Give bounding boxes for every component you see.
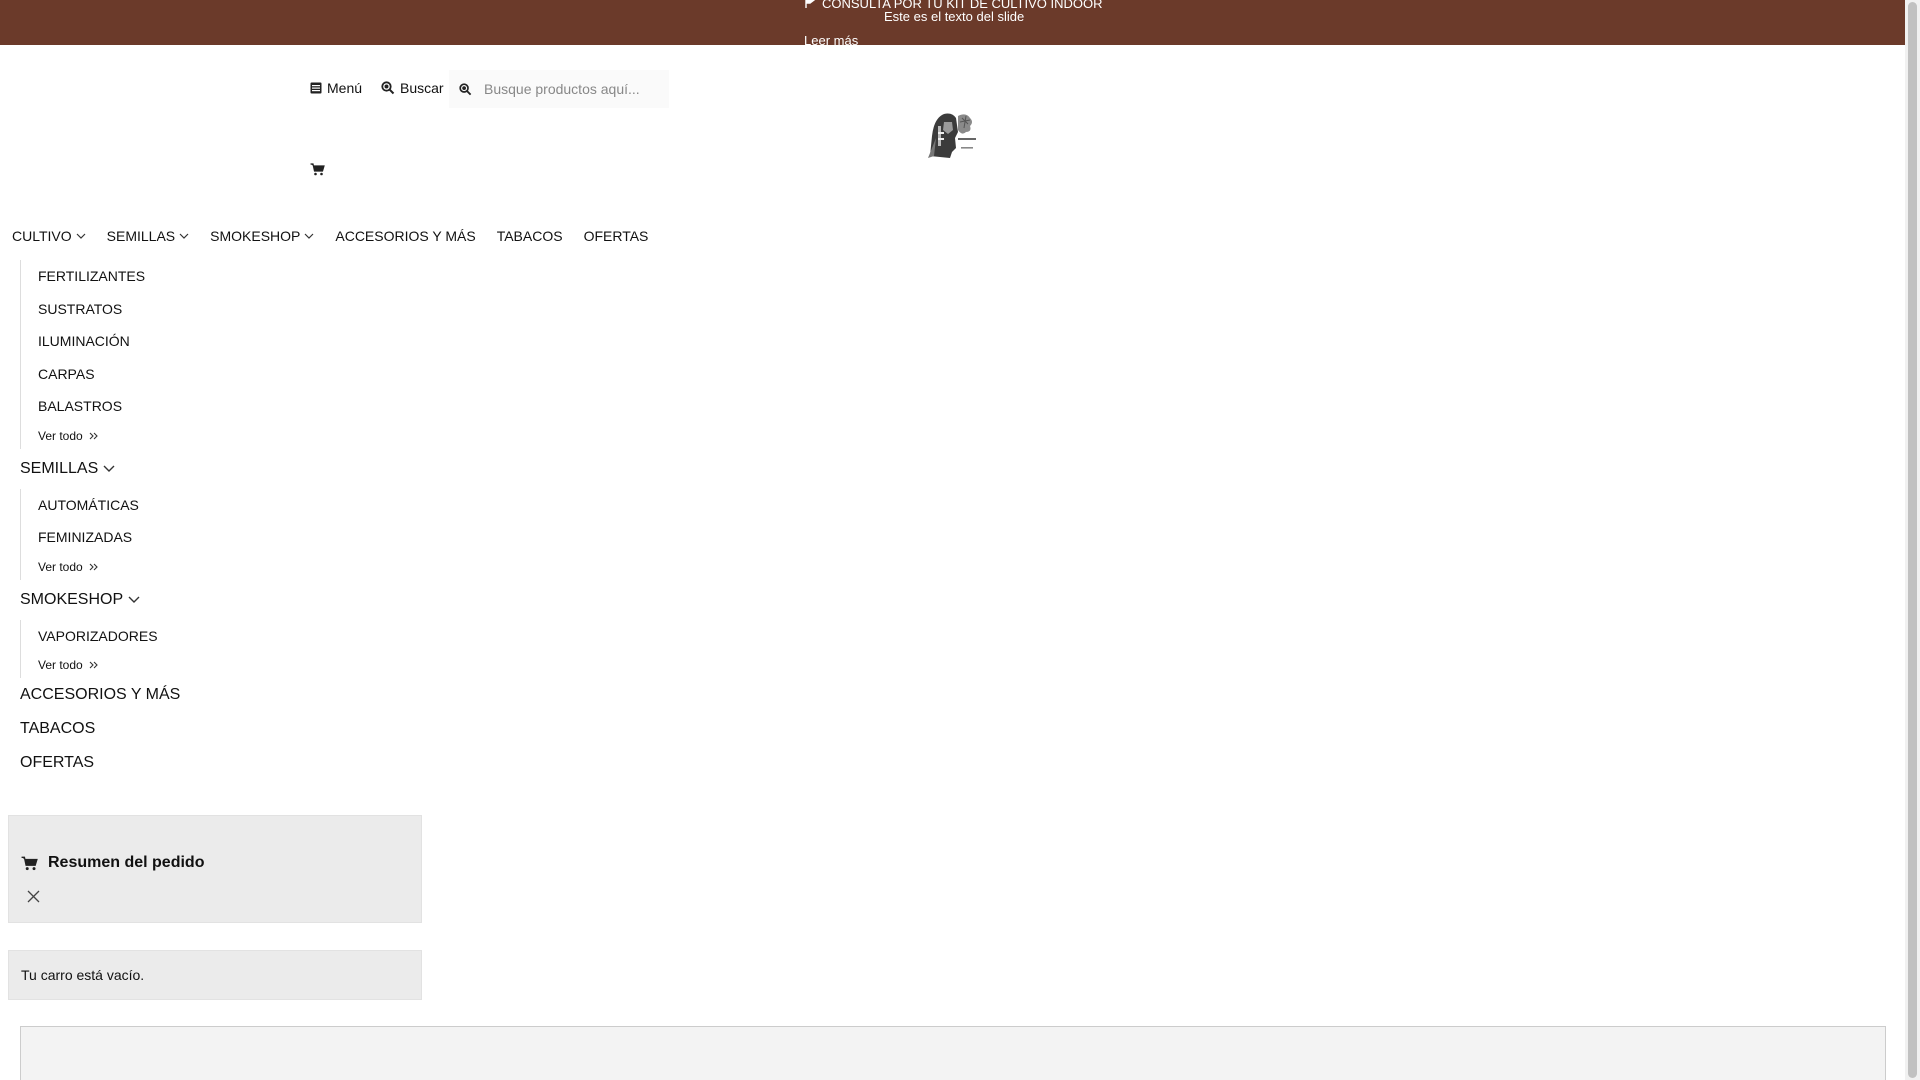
double-chevron-right-icon	[89, 563, 98, 570]
view-all-cultivo-link[interactable]: Ver todo	[38, 423, 440, 449]
menu-button[interactable]: Menú	[310, 80, 362, 96]
store-logo[interactable]	[922, 108, 980, 162]
side-cat-ofertas[interactable]: OFERTAS	[20, 746, 440, 780]
chevron-down-icon	[76, 233, 86, 239]
order-summary-label: Resumen del pedido	[48, 854, 205, 871]
side-cat-label: SMOKESHOP	[20, 590, 124, 608]
cart-button[interactable]	[310, 163, 325, 181]
nav-ofertas[interactable]: OFERTAS	[584, 228, 649, 244]
chevron-down-icon	[179, 233, 189, 239]
side-cat-semillas[interactable]: SEMILLAS	[20, 449, 440, 489]
search-label: Buscar	[400, 80, 444, 96]
view-all-semillas-link[interactable]: Ver todo	[38, 554, 440, 580]
nav-label: SEMILLAS	[106, 228, 176, 244]
page-scrollbar[interactable]	[1905, 0, 1920, 1080]
side-menu: FERTILIZANTES SUSTRATOS ILUMINACIÓN CARP…	[20, 260, 440, 780]
search-button[interactable]: Buscar	[381, 80, 444, 96]
view-all-label: Ver todo	[38, 559, 83, 574]
side-cat-label: TABACOS	[20, 720, 96, 737]
side-cat-label: SEMILLAS	[20, 459, 99, 477]
side-cat-label: ACCESORIOS Y MÁS	[20, 686, 181, 703]
close-icon	[27, 890, 40, 903]
read-more-link[interactable]: Leer más	[804, 33, 858, 48]
double-chevron-right-icon	[89, 432, 98, 439]
view-all-label: Ver todo	[38, 428, 83, 443]
submenu-item-balastros[interactable]: BALASTROS	[38, 390, 440, 423]
nav-label: ACCESORIOS Y MÁS	[335, 228, 476, 244]
nav-label: TABACOS	[496, 228, 563, 244]
cart-icon	[310, 163, 325, 176]
nav-accesorios[interactable]: ACCESORIOS Y MÁS	[335, 228, 475, 244]
main-nav: CULTIVO SEMILLAS SMOKESHOP ACCESORIOS Y …	[12, 228, 669, 244]
search-icon	[459, 82, 472, 95]
submenu-item-feminizadas[interactable]: FEMINIZADAS	[38, 521, 440, 554]
nav-smokeshop[interactable]: SMOKESHOP	[210, 228, 314, 244]
search-box	[449, 70, 669, 108]
submenu-smokeshop: VAPORIZADORES Ver todo	[20, 619, 440, 678]
nav-label: OFERTAS	[583, 228, 649, 244]
empty-cart-message: Tu carro está vacío.	[8, 950, 422, 1000]
nav-cultivo[interactable]: CULTIVO	[12, 228, 86, 244]
submenu-item-fertilizantes[interactable]: FERTILIZANTES	[38, 260, 440, 293]
list-icon	[310, 82, 322, 94]
double-chevron-right-icon	[89, 661, 98, 669]
submenu-item-carpas[interactable]: CARPAS	[38, 358, 440, 391]
flag-icon	[805, 0, 816, 8]
search-icon	[381, 81, 395, 95]
announcement-bar: CONSULTA POR TU KIT DE CULTIVO INDOOR Es…	[0, 0, 1905, 48]
side-cat-smokeshop[interactable]: SMOKESHOP	[20, 580, 440, 620]
logo-pharaoh-icon	[928, 113, 976, 158]
search-input[interactable]	[482, 80, 656, 98]
chevron-down-icon	[304, 233, 314, 239]
chevron-down-icon	[103, 465, 115, 472]
side-cat-label: OFERTAS	[20, 754, 95, 771]
view-all-smokeshop-link[interactable]: Ver todo	[38, 652, 440, 678]
side-cat-accesorios[interactable]: ACCESORIOS Y MÁS	[20, 678, 440, 712]
submenu-item-sustratos[interactable]: SUSTRATOS	[38, 293, 440, 326]
scrollbar-thumb[interactable]	[1908, 2, 1917, 1078]
menu-label: Menú	[327, 80, 363, 96]
cart-icon	[21, 856, 38, 870]
submenu-item-iluminacion[interactable]: ILUMINACIÓN	[38, 325, 440, 358]
nav-semillas[interactable]: SEMILLAS	[107, 228, 189, 244]
order-summary-panel: Resumen del pedido	[8, 815, 422, 923]
side-cat-tabacos[interactable]: TABACOS	[20, 712, 440, 746]
page: CONSULTA POR TU KIT DE CULTIVO INDOOR Es…	[0, 0, 1905, 1080]
nav-label: CULTIVO	[12, 228, 72, 244]
submenu-item-automaticas[interactable]: AUTOMÁTICAS	[38, 489, 440, 522]
order-summary-title: Resumen del pedido	[21, 854, 204, 872]
submenu-semillas: AUTOMÁTICAS FEMINIZADAS Ver todo	[20, 488, 440, 580]
submenu-item-vaporizadores[interactable]: VAPORIZADORES	[38, 620, 440, 653]
nav-label: SMOKESHOP	[210, 228, 301, 244]
nav-tabacos[interactable]: TABACOS	[497, 228, 563, 244]
view-all-label: Ver todo	[38, 658, 83, 672]
submenu-cultivo: FERTILIZANTES SUSTRATOS ILUMINACIÓN CARP…	[20, 260, 440, 449]
chevron-down-icon	[128, 596, 140, 603]
slide-text: Este es el texto del slide	[884, 9, 1025, 24]
close-summary-button[interactable]	[27, 890, 40, 908]
content-box	[20, 1026, 1886, 1080]
